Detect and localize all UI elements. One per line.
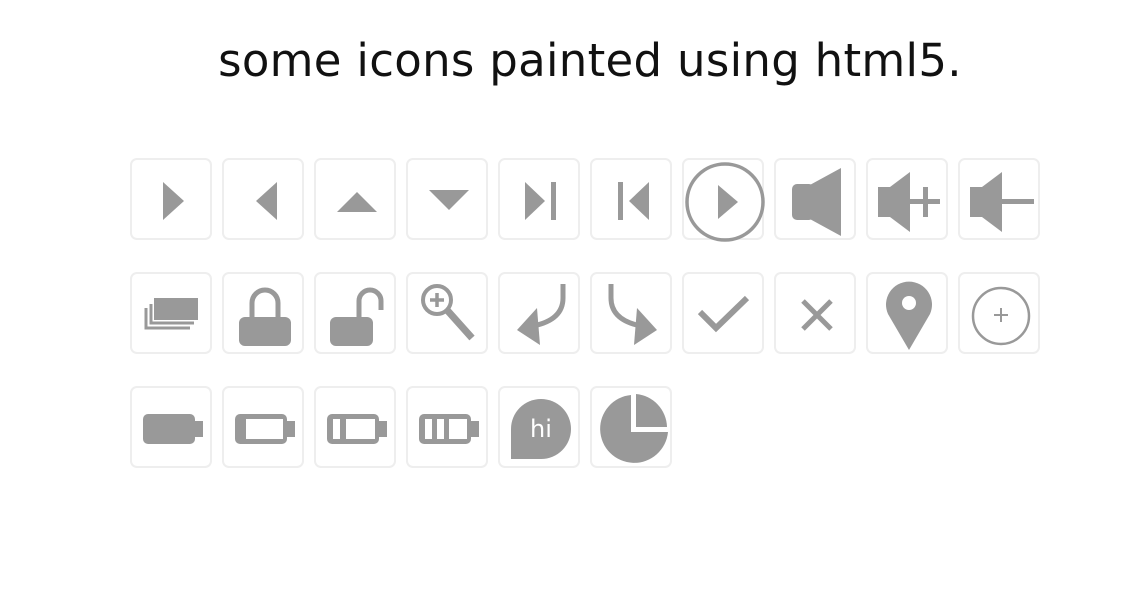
chat-bubble-icon-tile[interactable]: hi bbox=[498, 386, 580, 468]
battery-two-bars-icon bbox=[327, 414, 387, 444]
skip-previous-icon bbox=[618, 182, 649, 220]
unlock-icon-tile[interactable] bbox=[314, 272, 396, 354]
battery-full-icon bbox=[143, 414, 203, 444]
icon-grid: hi bbox=[130, 158, 1050, 478]
chat-bubble-text: hi bbox=[530, 415, 552, 443]
checkmark-icon bbox=[697, 295, 750, 333]
lock-icon-tile[interactable] bbox=[222, 272, 304, 354]
volume-down-icon bbox=[970, 172, 1034, 232]
battery-one-bar-icon-tile[interactable] bbox=[222, 386, 304, 468]
page-title: some icons painted using html5. bbox=[218, 34, 962, 87]
volume-up-icon bbox=[878, 172, 940, 232]
close-icon-tile[interactable] bbox=[774, 272, 856, 354]
add-circle-icon bbox=[971, 286, 1031, 346]
add-circle-icon-tile[interactable] bbox=[958, 272, 1040, 354]
speaker-icon bbox=[792, 168, 841, 236]
chat-bubble-icon: hi bbox=[511, 399, 571, 459]
map-pin-icon-tile[interactable] bbox=[866, 272, 948, 354]
battery-three-bars-icon-tile[interactable] bbox=[406, 386, 488, 468]
map-pin-icon bbox=[886, 281, 932, 350]
play-circle-icon bbox=[685, 162, 765, 242]
forward-arrow-icon-tile[interactable] bbox=[590, 272, 672, 354]
arrow-up-icon bbox=[337, 192, 377, 212]
arrow-left-icon-tile[interactable] bbox=[222, 158, 304, 240]
close-icon bbox=[801, 299, 833, 331]
battery-three-bars-icon bbox=[419, 414, 479, 444]
unlock-icon bbox=[330, 287, 384, 346]
arrow-up-icon-tile[interactable] bbox=[314, 158, 396, 240]
return-arrow-icon-tile[interactable] bbox=[498, 272, 580, 354]
arrow-down-icon bbox=[429, 190, 469, 210]
layers-icon bbox=[144, 298, 198, 330]
battery-two-bars-icon-tile[interactable] bbox=[314, 386, 396, 468]
zoom-in-icon bbox=[421, 284, 475, 341]
skip-next-icon bbox=[525, 182, 556, 220]
skip-next-icon-tile[interactable] bbox=[498, 158, 580, 240]
battery-full-icon-tile[interactable] bbox=[130, 386, 212, 468]
layers-icon-tile[interactable] bbox=[130, 272, 212, 354]
arrow-left-icon bbox=[256, 182, 277, 220]
volume-down-icon-tile[interactable] bbox=[958, 158, 1040, 240]
checkmark-icon-tile[interactable] bbox=[682, 272, 764, 354]
volume-up-icon-tile[interactable] bbox=[866, 158, 948, 240]
play-circle-icon-tile[interactable] bbox=[682, 158, 765, 242]
speaker-icon-tile[interactable] bbox=[774, 158, 856, 240]
zoom-in-icon-tile[interactable] bbox=[406, 272, 488, 354]
pie-chart-icon bbox=[600, 394, 668, 463]
battery-one-bar-icon bbox=[235, 414, 295, 444]
lock-icon bbox=[239, 287, 291, 346]
arrow-right-icon bbox=[163, 182, 184, 220]
pie-chart-icon-tile[interactable] bbox=[590, 386, 672, 468]
return-arrow-icon bbox=[517, 284, 566, 345]
skip-previous-icon-tile[interactable] bbox=[590, 158, 672, 240]
arrow-down-icon-tile[interactable] bbox=[406, 158, 488, 240]
forward-arrow-icon bbox=[608, 284, 657, 345]
arrow-right-icon-tile[interactable] bbox=[130, 158, 212, 240]
